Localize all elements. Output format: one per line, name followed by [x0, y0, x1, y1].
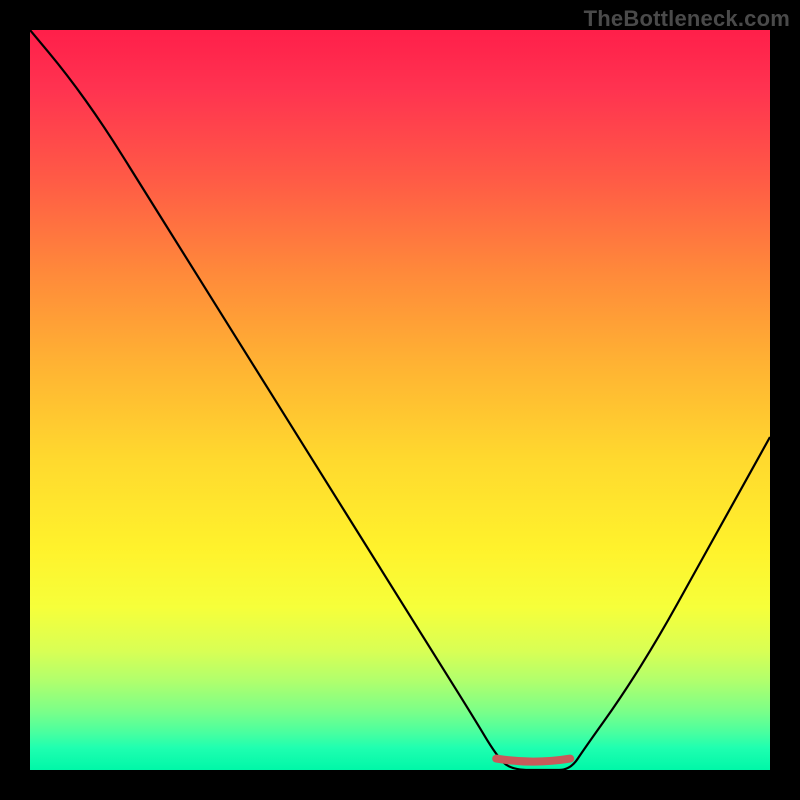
watermark-label: TheBottleneck.com	[584, 6, 790, 32]
optimal-range-marker	[496, 759, 570, 762]
bottleneck-curve-path	[30, 30, 770, 770]
bottleneck-curve-svg	[30, 30, 770, 770]
chart-frame: TheBottleneck.com	[0, 0, 800, 800]
